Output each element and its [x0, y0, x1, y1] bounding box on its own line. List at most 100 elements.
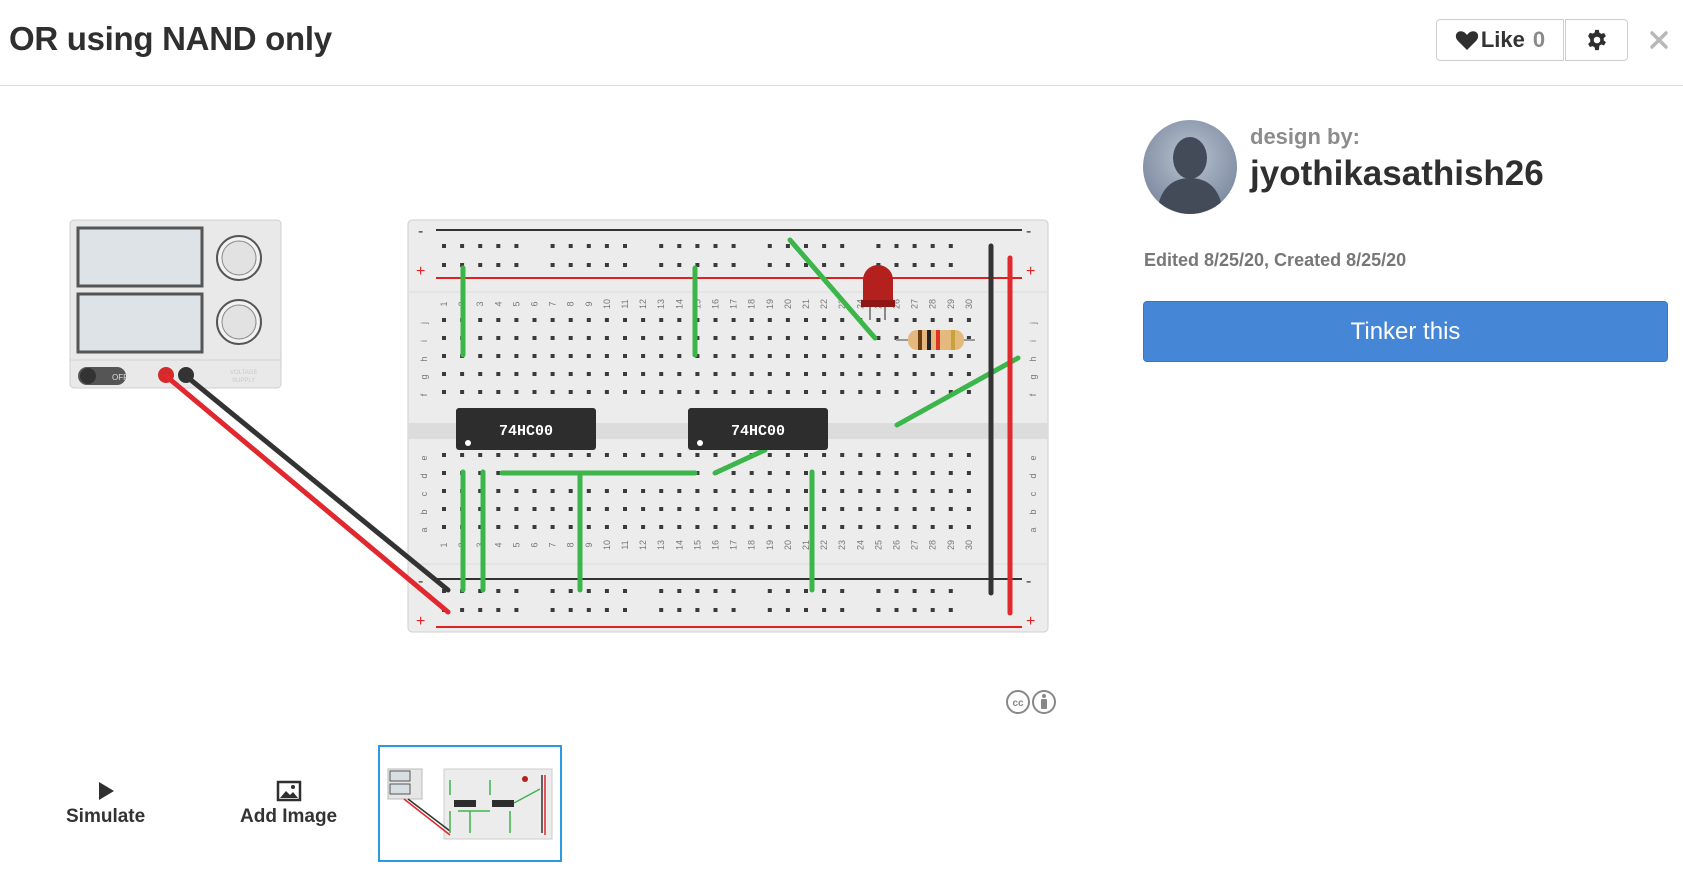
column-number: 29	[946, 299, 956, 309]
breadboard-hole	[804, 390, 808, 394]
breadboard-hole	[822, 336, 827, 340]
power-supply: OFF VOLTAGE SUPPLY	[69, 219, 282, 389]
breadboard-hole	[840, 507, 845, 511]
circuit-canvas[interactable]: OFF VOLTAGE SUPPLY - - + + - - + + 11223…	[60, 200, 1070, 650]
breadboard-hole	[586, 372, 591, 376]
breadboard-hole	[767, 318, 772, 322]
row-letter: g	[419, 374, 429, 379]
row-letter: b	[419, 509, 429, 514]
breadboard-hole	[568, 263, 573, 267]
breadboard-hole	[822, 354, 827, 358]
breadboard-hole	[840, 336, 845, 340]
simulate-button[interactable]: Simulate	[66, 780, 145, 828]
breadboard-hole	[731, 453, 736, 457]
breadboard-hole	[586, 589, 591, 593]
author-username[interactable]: jyothikasathish26	[1250, 154, 1544, 194]
breadboard-hole	[731, 390, 736, 394]
breadboard-hole	[876, 507, 881, 511]
breadboard-hole	[550, 507, 555, 511]
column-number: 12	[638, 299, 648, 309]
breadboard-hole	[478, 336, 483, 340]
breadboard-hole	[695, 507, 700, 511]
column-number: 15	[692, 540, 702, 550]
breadboard-hole	[966, 318, 971, 322]
breadboard-hole	[659, 608, 664, 612]
breadboard-hole	[894, 318, 899, 322]
breadboard-hole	[930, 489, 935, 493]
breadboard-hole	[912, 608, 917, 612]
column-number: 16	[711, 299, 721, 309]
breadboard-hole	[912, 507, 917, 511]
breadboard-hole	[442, 336, 446, 340]
breadboard-hole	[514, 263, 519, 267]
tinker-this-button[interactable]: Tinker this	[1143, 301, 1668, 362]
breadboard-hole	[894, 244, 899, 248]
breadboard-hole	[677, 372, 682, 376]
breadboard-hole	[858, 372, 863, 376]
breadboard-hole	[785, 471, 790, 475]
breadboard-hole	[641, 336, 646, 340]
breadboard-hole	[623, 489, 627, 493]
breadboard-hole	[514, 507, 519, 511]
breadboard-hole	[550, 589, 555, 593]
breadboard-hole	[966, 354, 971, 358]
breadboard-hole	[623, 608, 627, 612]
breadboard-hole	[785, 453, 790, 457]
breadboard-hole	[659, 372, 664, 376]
breadboard-hole	[912, 525, 917, 529]
breadboard-hole	[695, 453, 700, 457]
breadboard-hole	[930, 263, 935, 267]
image-icon	[276, 780, 301, 802]
breadboard-hole	[460, 372, 465, 376]
breadboard-hole	[894, 507, 899, 511]
rail-plus-bl: +	[416, 613, 425, 630]
breadboard-hole	[586, 336, 591, 340]
breadboard-hole	[604, 354, 609, 358]
column-number: 25	[873, 540, 883, 550]
chip-1[interactable]: 74HC00	[456, 408, 596, 450]
breadboard-hole	[804, 589, 808, 593]
breadboard-hole	[586, 489, 591, 493]
breadboard-hole	[876, 608, 881, 612]
breadboard-hole	[840, 263, 845, 267]
breadboard-hole	[604, 589, 609, 593]
breadboard-hole	[876, 489, 881, 493]
breadboard-hole	[822, 525, 827, 529]
breadboard-hole	[912, 453, 917, 457]
breadboard-hole	[948, 489, 953, 493]
breadboard-hole	[912, 390, 917, 394]
breadboard-hole	[677, 336, 682, 340]
chip-2[interactable]: 74HC00	[688, 408, 828, 450]
breadboard-hole	[677, 354, 682, 358]
breadboard-hole	[442, 354, 446, 358]
breadboard-hole	[894, 390, 899, 394]
breadboard-hole	[822, 489, 827, 493]
breadboard-hole	[840, 453, 845, 457]
breadboard-hole	[641, 390, 646, 394]
breadboard-hole	[948, 354, 953, 358]
breadboard-hole	[623, 318, 627, 322]
breadboard-hole	[604, 372, 609, 376]
breadboard-hole	[713, 372, 718, 376]
avatar[interactable]	[1143, 120, 1237, 214]
breadboard-hole	[659, 336, 664, 340]
column-number: 8	[566, 301, 576, 306]
column-number: 13	[656, 299, 666, 309]
breadboard-hole	[550, 318, 555, 322]
breadboard-hole	[749, 489, 754, 493]
breadboard-hole	[568, 390, 573, 394]
breadboard-hole	[876, 372, 881, 376]
settings-button[interactable]	[1565, 19, 1628, 61]
design-thumbnail[interactable]	[378, 745, 562, 862]
breadboard-hole	[822, 471, 827, 475]
breadboard-hole	[677, 608, 682, 612]
breadboard-hole	[840, 489, 845, 493]
close-button[interactable]	[1642, 20, 1676, 60]
breadboard-hole	[840, 608, 845, 612]
like-button[interactable]: Like 0	[1436, 19, 1564, 61]
breadboard-hole	[731, 525, 736, 529]
breadboard-hole	[840, 390, 845, 394]
breadboard-hole	[586, 354, 591, 358]
row-letter: e	[419, 455, 429, 460]
add-image-button[interactable]: Add Image	[240, 780, 337, 828]
